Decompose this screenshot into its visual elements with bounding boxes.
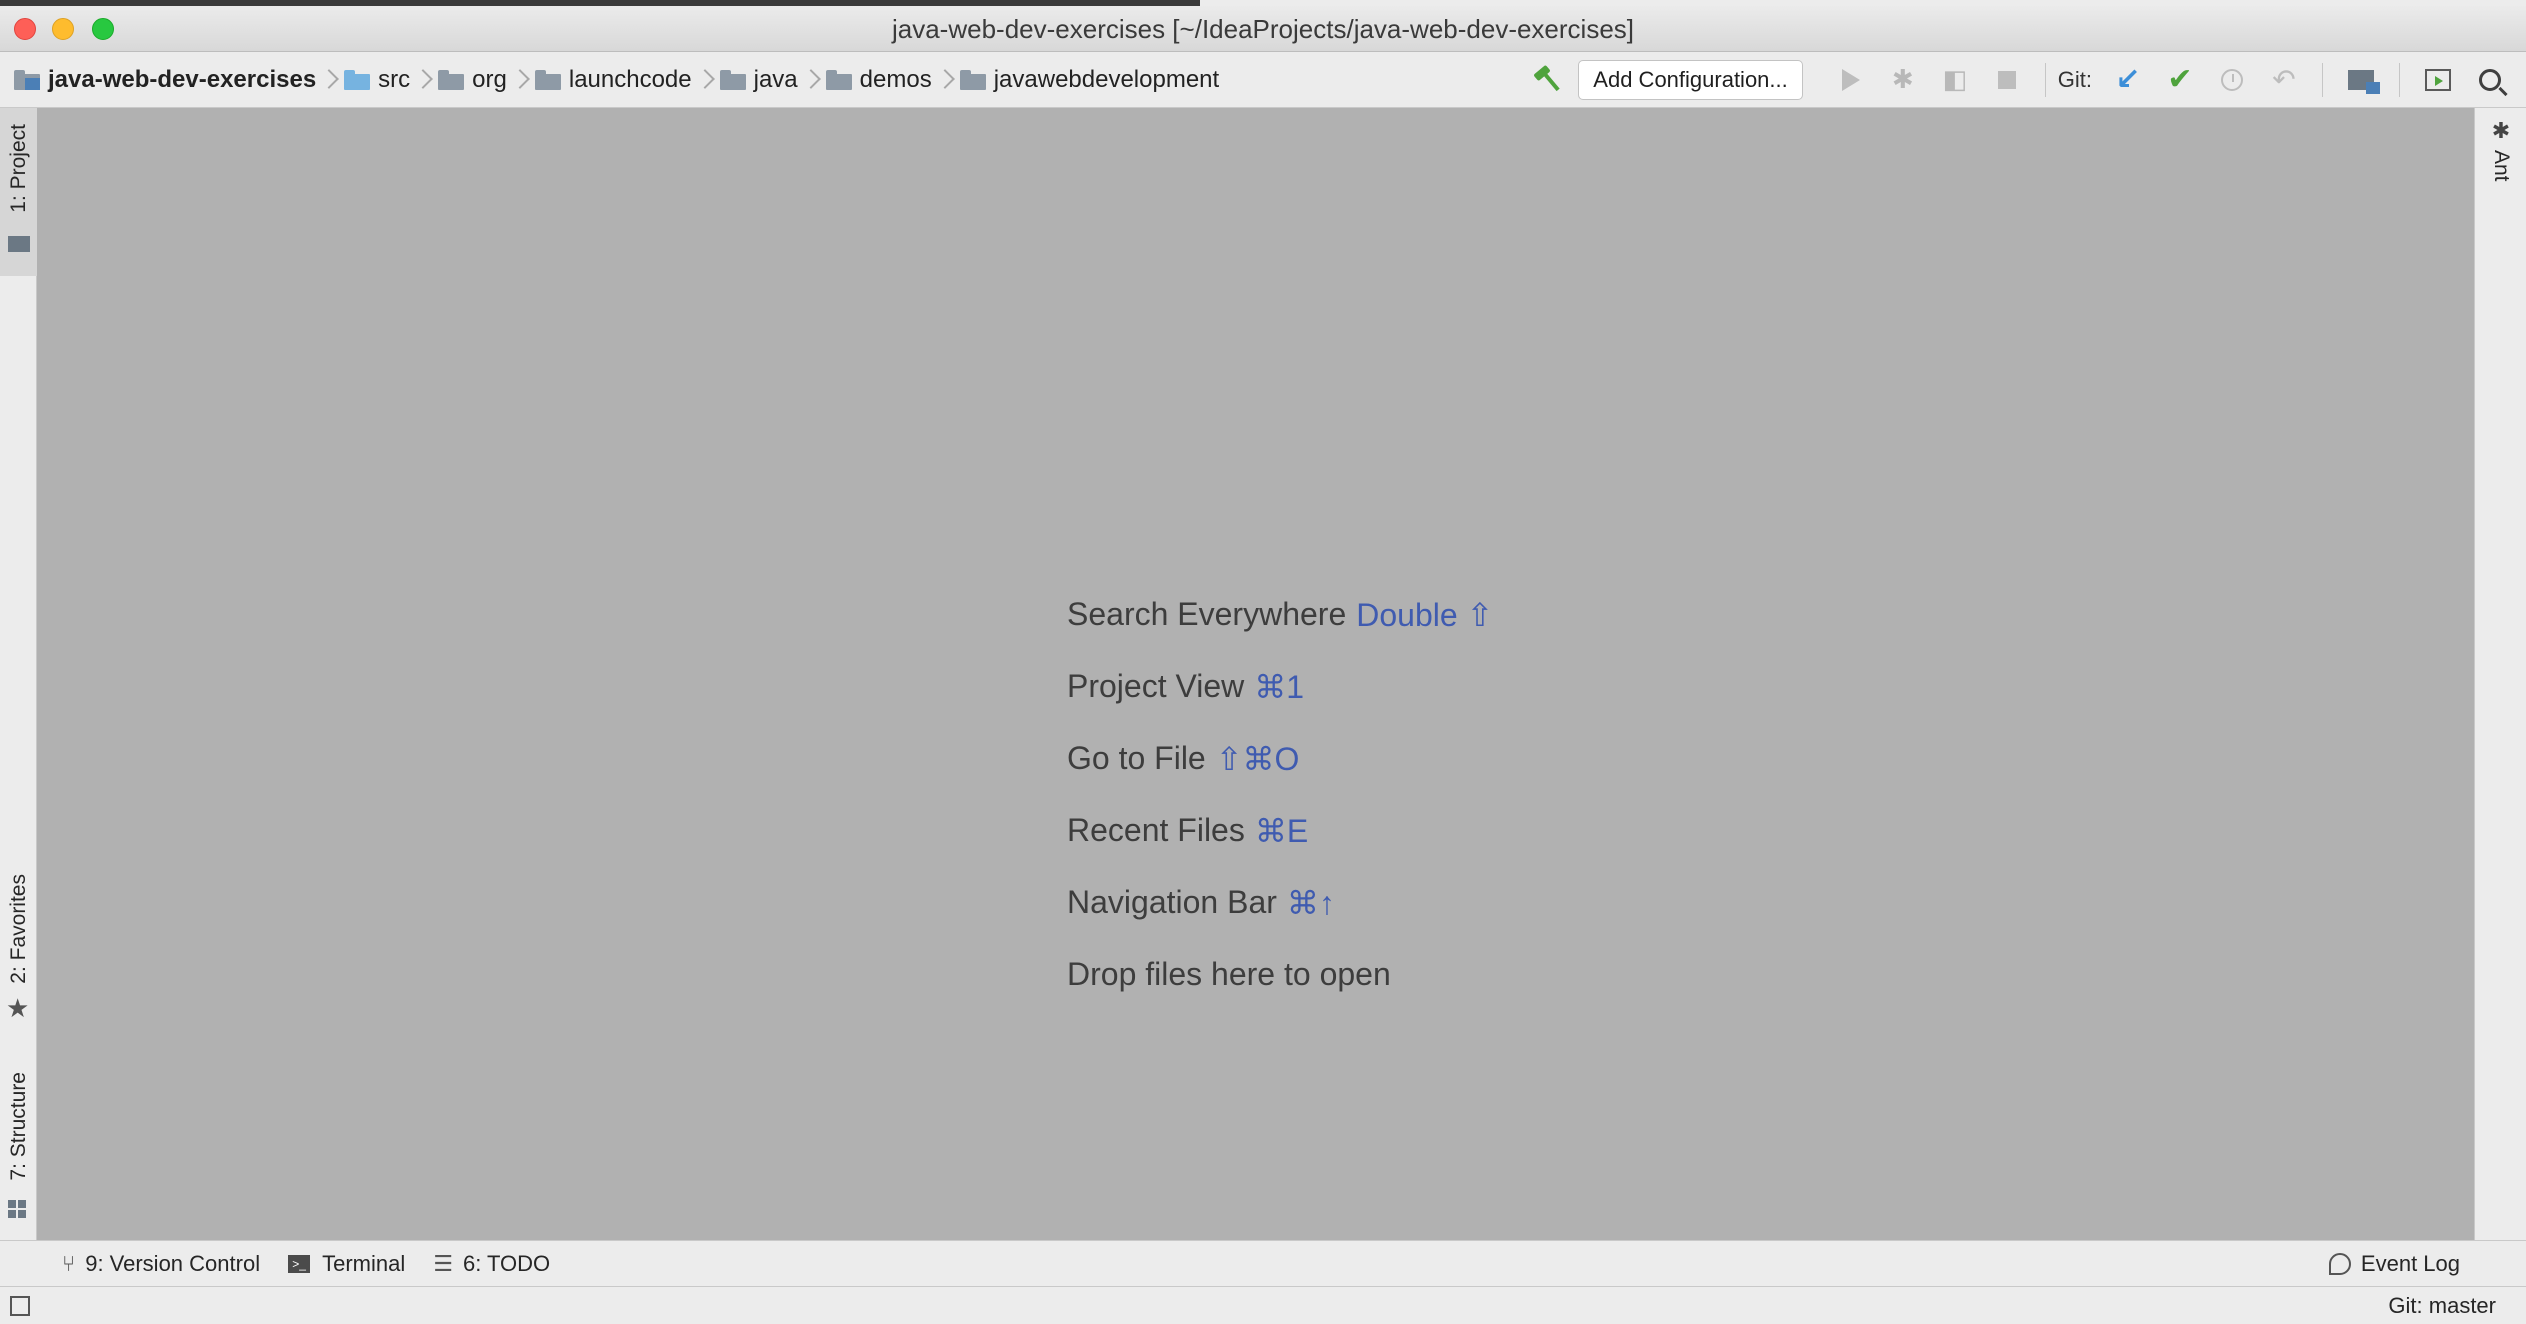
title-bar: java-web-dev-exercises [~/IdeaProjects/j… bbox=[0, 6, 2526, 52]
breadcrumb-label: java bbox=[753, 65, 798, 93]
tab-favorites[interactable]: 2: Favorites ★ bbox=[0, 858, 37, 1033]
breadcrumb-item-src[interactable]: src bbox=[344, 66, 410, 94]
stop-icon[interactable] bbox=[1989, 62, 2025, 98]
tab-structure-label: 7: Structure bbox=[6, 1072, 30, 1181]
breadcrumb-item-java[interactable]: java bbox=[719, 65, 798, 94]
hint-label: Navigation Bar bbox=[1067, 884, 1277, 920]
navigation-bar: java-web-dev-exercises src org launchcod… bbox=[0, 52, 2526, 108]
window-title: java-web-dev-exercises [~/IdeaProjects/j… bbox=[891, 14, 1635, 44]
tab-terminal-label: Terminal bbox=[322, 1250, 406, 1276]
version-control-branch-icon: ⑂ bbox=[62, 1250, 76, 1276]
breadcrumb: java-web-dev-exercises src org launchcod… bbox=[0, 52, 1219, 107]
tab-structure[interactable]: 7: Structure bbox=[0, 1058, 37, 1230]
debug-bug-icon[interactable]: ✱ bbox=[1885, 62, 1921, 98]
hint-shortcut: ⌘E bbox=[1254, 813, 1309, 849]
hint-label: Drop files here to open bbox=[1067, 956, 1391, 992]
search-icon[interactable] bbox=[2472, 62, 2508, 98]
tab-todo[interactable]: ☰ 6: TODO bbox=[433, 1251, 550, 1277]
tab-project[interactable]: 1: Project bbox=[0, 108, 37, 276]
breadcrumb-label: src bbox=[378, 65, 411, 93]
ant-bug-icon: ✱ bbox=[2491, 118, 2511, 143]
git-history-clock-icon[interactable] bbox=[2214, 62, 2250, 98]
breadcrumb-item-launchcode[interactable]: launchcode bbox=[534, 65, 692, 94]
ide-window: java-web-dev-exercises [~/IdeaProjects/j… bbox=[0, 0, 2526, 1324]
folder-icon bbox=[8, 236, 30, 252]
folder-icon bbox=[825, 69, 852, 90]
tab-project-label: 1: Project bbox=[6, 124, 30, 213]
presentation-mode-icon[interactable] bbox=[2420, 62, 2456, 98]
breadcrumb-item-demos[interactable]: demos bbox=[825, 65, 932, 94]
chevron-right-icon bbox=[938, 69, 948, 91]
project-structure-icon[interactable] bbox=[2343, 62, 2380, 98]
hint-label: Recent Files bbox=[1067, 812, 1245, 848]
hint-shortcut: ⌘↑ bbox=[1286, 885, 1335, 921]
folder-icon bbox=[719, 69, 746, 90]
tab-todo-label: 6: TODO bbox=[462, 1250, 551, 1276]
structure-icon bbox=[8, 1200, 28, 1220]
tab-ant-label: Ant bbox=[2490, 150, 2513, 182]
hint-shortcut: ⌘1 bbox=[1254, 669, 1305, 705]
bottom-tool-window-bar: ⑂ 9: Version Control >_ Terminal ☰ 6: TO… bbox=[0, 1240, 2526, 1286]
hint-label: Go to File bbox=[1067, 740, 1206, 776]
editor-empty-area[interactable]: Search Everywhere Double ⇧ Project View … bbox=[37, 108, 2474, 1240]
tab-event-log[interactable]: Event Log bbox=[2328, 1250, 2460, 1277]
hint-label: Project View bbox=[1067, 668, 1245, 704]
chevron-right-icon bbox=[698, 69, 708, 91]
left-tool-window-bar: 1: Project 2: Favorites ★ 7: Structure bbox=[0, 108, 37, 1240]
git-branch-status[interactable]: Git: master bbox=[2388, 1293, 2496, 1319]
hint-shortcut: ⇧⌘O bbox=[1215, 741, 1300, 777]
toolbar-divider bbox=[2399, 62, 2400, 97]
tab-version-control[interactable]: ⑂ 9: Version Control bbox=[62, 1251, 260, 1277]
tab-event-log-label: Event Log bbox=[2360, 1250, 2460, 1276]
hint-project-view: Project View ⌘1 bbox=[1067, 668, 1493, 740]
main-toolbar: Add Configuration... ✱ ◧ Git: ↙ ✔ ↶ bbox=[1526, 52, 2526, 107]
chevron-right-icon bbox=[804, 69, 814, 91]
hint-drop-files: Drop files here to open bbox=[1067, 956, 1493, 1028]
tab-ant[interactable]: ✱ Ant bbox=[2475, 118, 2526, 182]
breadcrumb-label: demos bbox=[859, 65, 932, 93]
run-play-icon[interactable] bbox=[1833, 62, 1869, 98]
run-with-coverage-icon[interactable]: ◧ bbox=[1937, 62, 1973, 98]
git-commit-check-icon[interactable]: ✔ bbox=[2162, 62, 2198, 98]
toggle-tool-windows-icon[interactable] bbox=[10, 1295, 30, 1316]
git-update-project-arrow-icon[interactable]: ↙ bbox=[2110, 62, 2146, 98]
folder-icon bbox=[959, 69, 986, 90]
git-label: Git: bbox=[2057, 66, 2092, 92]
tab-favorites-label: 2: Favorites bbox=[6, 874, 30, 984]
breadcrumb-item-javawebdevelopment[interactable]: javawebdevelopment bbox=[959, 65, 1220, 94]
tab-version-control-label: 9: Version Control bbox=[85, 1250, 261, 1276]
folder-icon bbox=[534, 69, 561, 90]
toolbar-divider bbox=[2322, 62, 2323, 97]
add-configuration-button[interactable]: Add Configuration... bbox=[1578, 59, 1803, 100]
chevron-right-icon bbox=[416, 69, 426, 91]
breadcrumb-label: javawebdevelopment bbox=[993, 65, 1220, 93]
hint-recent-files: Recent Files ⌘E bbox=[1067, 812, 1493, 884]
terminal-icon: >_ bbox=[288, 1254, 311, 1273]
breadcrumb-label: launchcode bbox=[568, 65, 692, 93]
breadcrumb-item-org[interactable]: org bbox=[438, 66, 507, 94]
breadcrumb-label: java-web-dev-exercises bbox=[48, 65, 317, 93]
breadcrumb-item-project[interactable]: java-web-dev-exercises bbox=[14, 66, 316, 94]
hint-navigation-bar: Navigation Bar ⌘↑ bbox=[1067, 884, 1493, 956]
tab-terminal[interactable]: >_ Terminal bbox=[288, 1251, 405, 1277]
editor-hints: Search Everywhere Double ⇧ Project View … bbox=[1067, 596, 1493, 1028]
hint-shortcut: Double ⇧ bbox=[1356, 597, 1494, 633]
chevron-right-icon bbox=[322, 69, 332, 91]
build-project-hammer-icon[interactable] bbox=[1526, 63, 1560, 97]
hint-go-to-file: Go to File ⇧⌘O bbox=[1067, 740, 1493, 812]
status-bar: Git: master bbox=[0, 1286, 2526, 1324]
chevron-right-icon bbox=[513, 69, 523, 91]
source-folder-icon bbox=[344, 69, 371, 90]
star-icon: ★ bbox=[6, 993, 30, 1023]
hint-search-everywhere: Search Everywhere Double ⇧ bbox=[1067, 596, 1493, 668]
toolbar-divider bbox=[2044, 62, 2046, 97]
git-rollback-undo-icon[interactable]: ↶ bbox=[2266, 62, 2302, 98]
project-folder-icon bbox=[14, 69, 40, 90]
folder-icon bbox=[438, 69, 465, 90]
event-log-bubble-icon bbox=[2328, 1252, 2351, 1275]
todo-list-icon: ☰ bbox=[433, 1250, 453, 1276]
hint-label: Search Everywhere bbox=[1067, 596, 1347, 632]
right-tool-window-bar: ✱ Ant bbox=[2474, 108, 2526, 1240]
breadcrumb-label: org bbox=[472, 65, 507, 93]
